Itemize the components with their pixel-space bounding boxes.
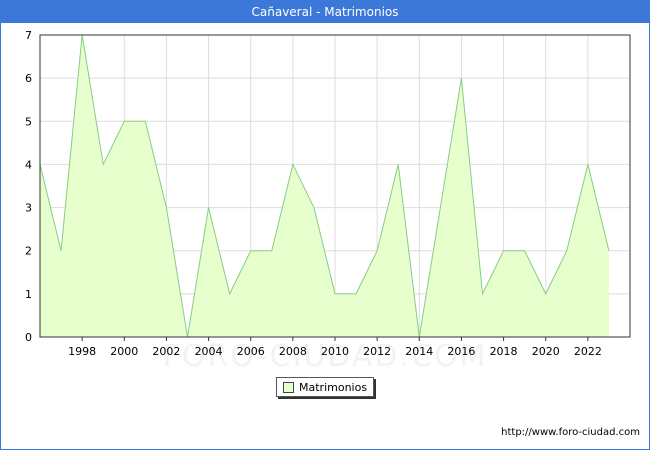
x-tick-label: 2020 bbox=[532, 345, 560, 358]
x-tick-label: 2004 bbox=[195, 345, 223, 358]
y-tick-label: 4 bbox=[25, 158, 32, 171]
x-tick-label: 2018 bbox=[490, 345, 518, 358]
data-point bbox=[271, 250, 273, 252]
data-point bbox=[376, 250, 378, 252]
data-point bbox=[566, 250, 568, 252]
x-tick-label: 2010 bbox=[321, 345, 349, 358]
y-tick-label: 0 bbox=[25, 331, 32, 344]
data-point bbox=[355, 293, 357, 295]
y-tick-label: 3 bbox=[25, 202, 32, 215]
y-tick-label: 1 bbox=[25, 288, 32, 301]
x-tick-label: 2006 bbox=[237, 345, 265, 358]
y-tick-label: 2 bbox=[25, 245, 32, 258]
x-tick-label: 1998 bbox=[68, 345, 96, 358]
x-tick-label: 2000 bbox=[110, 345, 138, 358]
legend: Matrimonios bbox=[276, 377, 375, 397]
x-tick-label: 2014 bbox=[405, 345, 433, 358]
data-point bbox=[460, 77, 462, 79]
data-point bbox=[397, 163, 399, 165]
data-point bbox=[481, 293, 483, 295]
data-point bbox=[165, 206, 167, 208]
data-point bbox=[502, 250, 504, 252]
x-axis: 1998 2000 2002 2004 2006 2008 2010 2012 2014 2016… bbox=[68, 337, 602, 358]
data-point bbox=[608, 250, 610, 252]
y-tick-label: 5 bbox=[25, 115, 32, 128]
legend-label: Matrimonios bbox=[299, 380, 368, 394]
data-point bbox=[439, 206, 441, 208]
data-point bbox=[545, 293, 547, 295]
source-url: http://www.foro-ciudad.com bbox=[501, 427, 640, 438]
data-point bbox=[250, 250, 252, 252]
data-point bbox=[60, 250, 62, 252]
y-tick-label: 7 bbox=[25, 29, 32, 42]
data-point bbox=[102, 163, 104, 165]
data-point bbox=[228, 293, 230, 295]
y-tick-label: 6 bbox=[25, 72, 32, 85]
x-tick-label: 2002 bbox=[152, 345, 180, 358]
data-point bbox=[587, 163, 589, 165]
data-point bbox=[292, 163, 294, 165]
data-point bbox=[144, 120, 146, 122]
data-point bbox=[523, 250, 525, 252]
data-point bbox=[207, 206, 209, 208]
y-axis: 0 1 2 3 4 5 6 7 bbox=[25, 29, 32, 344]
x-tick-label: 2008 bbox=[279, 345, 307, 358]
x-tick-label: 2022 bbox=[574, 345, 602, 358]
data-point bbox=[334, 293, 336, 295]
data-point bbox=[123, 120, 125, 122]
legend-swatch bbox=[283, 381, 294, 393]
x-tick-label: 2012 bbox=[363, 345, 391, 358]
data-point bbox=[313, 206, 315, 208]
x-tick-label: 2016 bbox=[447, 345, 475, 358]
